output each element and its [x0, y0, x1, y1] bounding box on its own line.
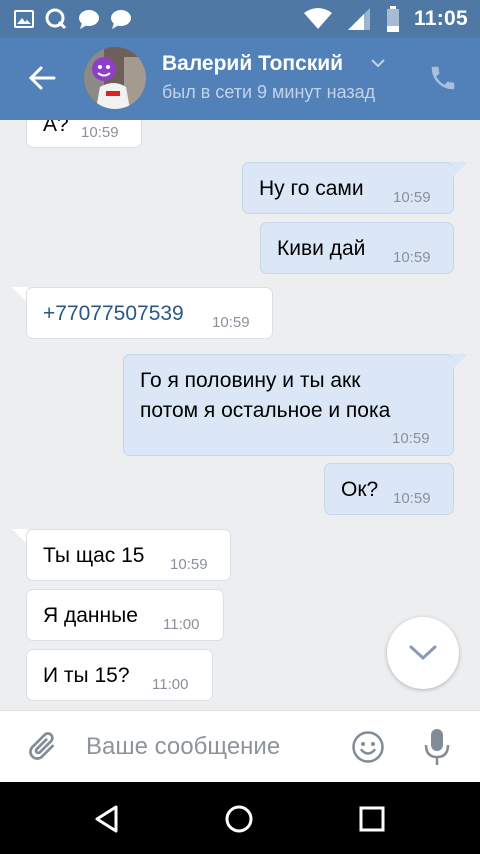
message-time: 10:59	[393, 490, 431, 507]
bubble-tail	[452, 162, 468, 178]
message-text: Ты щас 15	[43, 544, 145, 567]
message-text: Я данные	[43, 604, 138, 627]
message-time: 10:59	[393, 189, 431, 206]
battery-icon	[386, 6, 399, 32]
nav-home-icon[interactable]	[224, 804, 254, 834]
message-text-line: Го я половину и ты акк	[140, 369, 361, 392]
last-seen-status: был в сети 9 минут назад	[162, 82, 376, 102]
back-arrow-icon[interactable]	[26, 62, 58, 94]
status-bar: 11:05	[0, 0, 480, 38]
scroll-to-bottom-button[interactable]	[387, 617, 459, 689]
message-bubble-icon	[111, 10, 131, 29]
message-time: 10:59	[393, 249, 431, 266]
message-outgoing[interactable]: Ну го сами 10:59	[242, 162, 454, 214]
message-input[interactable]: Ваше сообщение	[86, 733, 280, 761]
message-outgoing[interactable]: Киви дай 10:59	[260, 222, 454, 274]
notification-icons	[14, 7, 132, 31]
message-text: И ты 15?	[43, 664, 130, 687]
message-outgoing[interactable]: Го я половину и ты акк потом я остальное…	[123, 354, 454, 456]
phone-number-link[interactable]: +77077507539	[43, 302, 184, 326]
wifi-icon	[303, 8, 332, 29]
message-incoming[interactable]: Я данные 11:00	[26, 589, 224, 641]
avatar[interactable]	[84, 47, 146, 109]
nav-recents-icon[interactable]	[359, 806, 385, 832]
paperclip-icon[interactable]	[24, 729, 60, 765]
chat-header: Валерий Топский был в сети 9 минут назад	[0, 38, 480, 120]
image-icon	[14, 10, 34, 28]
bubble-tail	[452, 354, 468, 370]
contact-name[interactable]: Валерий Топский	[162, 52, 343, 76]
message-time: 11:00	[152, 676, 189, 693]
message-incoming[interactable]: А? 10:59	[26, 120, 142, 148]
message-text: Ок?	[341, 478, 379, 501]
message-time: 10:59	[170, 556, 208, 573]
message-text: Киви дай	[277, 237, 366, 260]
microphone-icon[interactable]	[422, 727, 452, 767]
message-composer: Ваше сообщение	[0, 710, 480, 782]
nav-back-icon[interactable]	[92, 804, 122, 834]
phone-icon[interactable]	[428, 63, 458, 93]
message-text: Ну го сами	[259, 177, 364, 200]
q-app-icon	[45, 8, 67, 30]
message-time: 11:00	[163, 616, 200, 633]
message-time: 10:59	[392, 430, 430, 447]
message-incoming[interactable]: И ты 15? 11:00	[26, 649, 213, 701]
chevron-down-icon	[409, 645, 437, 661]
message-outgoing[interactable]: Ок? 10:59	[324, 463, 454, 515]
message-incoming[interactable]: +77077507539 10:59	[26, 287, 273, 339]
message-time: 10:59	[212, 314, 250, 331]
message-bubble-icon	[79, 10, 99, 29]
chevron-down-icon[interactable]	[370, 58, 386, 68]
emoji-icon[interactable]	[351, 730, 385, 764]
message-text-line: потом я остальное и пока	[140, 399, 391, 422]
message-incoming[interactable]: Ты щас 15 10:59	[26, 529, 231, 581]
clock: 11:05	[413, 7, 468, 30]
message-text: А?	[43, 120, 69, 136]
signal-icon	[347, 8, 370, 30]
message-time: 10:59	[81, 124, 119, 141]
system-navigation-bar	[0, 782, 480, 854]
